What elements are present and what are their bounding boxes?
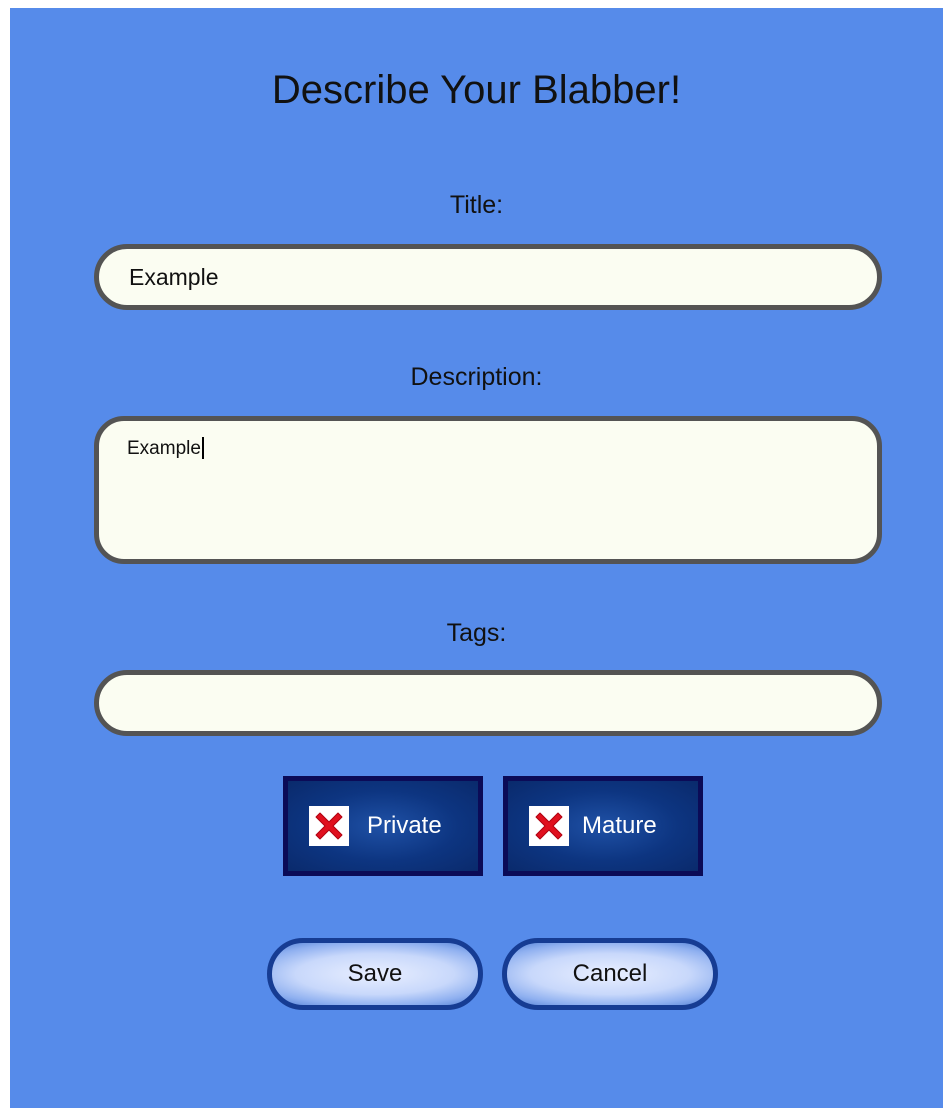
tags-input[interactable] — [94, 670, 882, 736]
mature-checkbox[interactable] — [529, 806, 569, 846]
tags-label: Tags: — [446, 619, 507, 647]
title-input-value: Example — [129, 263, 219, 290]
mature-toggle[interactable]: Mature — [503, 776, 703, 876]
red-x-icon — [315, 812, 343, 840]
cancel-button[interactable]: Cancel — [502, 938, 718, 1010]
description-textarea[interactable]: Example — [94, 416, 882, 564]
description-label: Description: — [410, 363, 543, 391]
title-input[interactable]: Example — [94, 244, 882, 310]
blabber-form-panel: Describe Your Blabber! Title: Example De… — [10, 8, 943, 1108]
description-textarea-value: Example — [127, 438, 201, 459]
mature-toggle-label: Mature — [582, 812, 657, 839]
title-label: Title: — [449, 191, 504, 219]
save-button[interactable]: Save — [267, 938, 483, 1010]
page-title: Describe Your Blabber! — [271, 68, 682, 112]
private-checkbox[interactable] — [309, 806, 349, 846]
text-caret — [201, 437, 204, 459]
private-toggle[interactable]: Private — [283, 776, 483, 876]
red-x-icon — [535, 812, 563, 840]
private-toggle-label: Private — [367, 812, 442, 839]
